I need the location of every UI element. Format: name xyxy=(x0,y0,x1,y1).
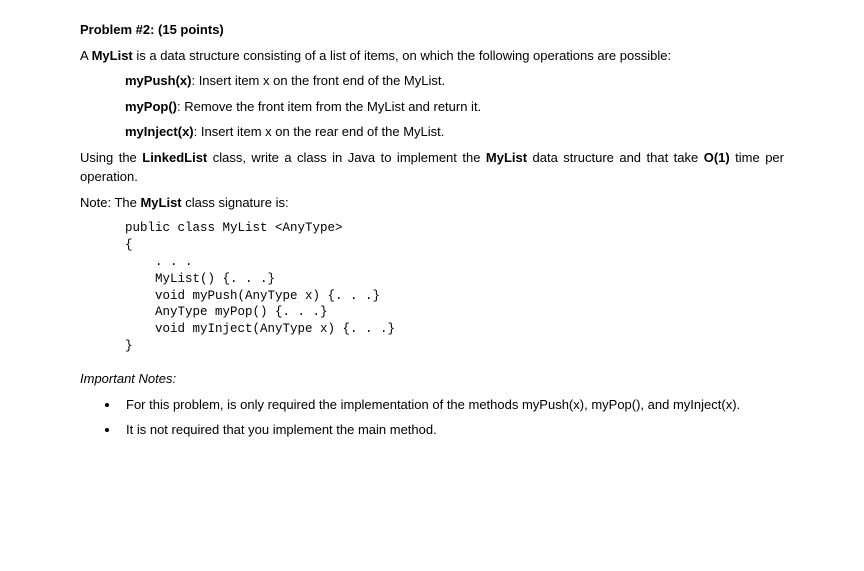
note-bold: MyList xyxy=(140,195,181,210)
op-pop: myPop(): Remove the front item from the … xyxy=(125,97,784,117)
problem-heading: Problem #2: (15 points) xyxy=(80,20,784,40)
op-inject: myInject(x): Insert item x on the rear e… xyxy=(125,122,784,142)
note-item-1: For this problem, is only required the i… xyxy=(120,395,784,415)
note-line: Note: The MyList class signature is: xyxy=(80,193,784,213)
op-push: myPush(x): Insert item x on the front en… xyxy=(125,71,784,91)
op-push-desc: : Insert item x on the front end of the … xyxy=(191,73,445,88)
using-post1: data structure and that take xyxy=(527,150,704,165)
intro-pre: A xyxy=(80,48,92,63)
important-notes-heading: Important Notes: xyxy=(80,369,784,389)
op-pop-name: myPop() xyxy=(125,99,177,114)
using-b3: O(1) xyxy=(704,150,730,165)
op-inject-name: myInject(x) xyxy=(125,124,194,139)
using-pre: Using the xyxy=(80,150,142,165)
note-pre: Note: The xyxy=(80,195,140,210)
op-pop-desc: : Remove the front item from the MyList … xyxy=(177,99,481,114)
intro-paragraph: A MyList is a data structure consisting … xyxy=(80,46,784,66)
notes-list: For this problem, is only required the i… xyxy=(80,395,784,440)
using-b2: MyList xyxy=(486,150,527,165)
intro-post: is a data structure consisting of a list… xyxy=(133,48,671,63)
op-push-name: myPush(x) xyxy=(125,73,191,88)
note-item-2: It is not required that you implement th… xyxy=(120,420,784,440)
using-paragraph: Using the LinkedList class, write a clas… xyxy=(80,148,784,187)
using-b1: LinkedList xyxy=(142,150,207,165)
intro-bold: MyList xyxy=(92,48,133,63)
op-inject-desc: : Insert item x on the rear end of the M… xyxy=(194,124,445,139)
using-mid: class, write a class in Java to implemen… xyxy=(207,150,486,165)
note-post: class signature is: xyxy=(182,195,289,210)
code-signature: public class MyList <AnyType> { . . . My… xyxy=(125,220,784,355)
